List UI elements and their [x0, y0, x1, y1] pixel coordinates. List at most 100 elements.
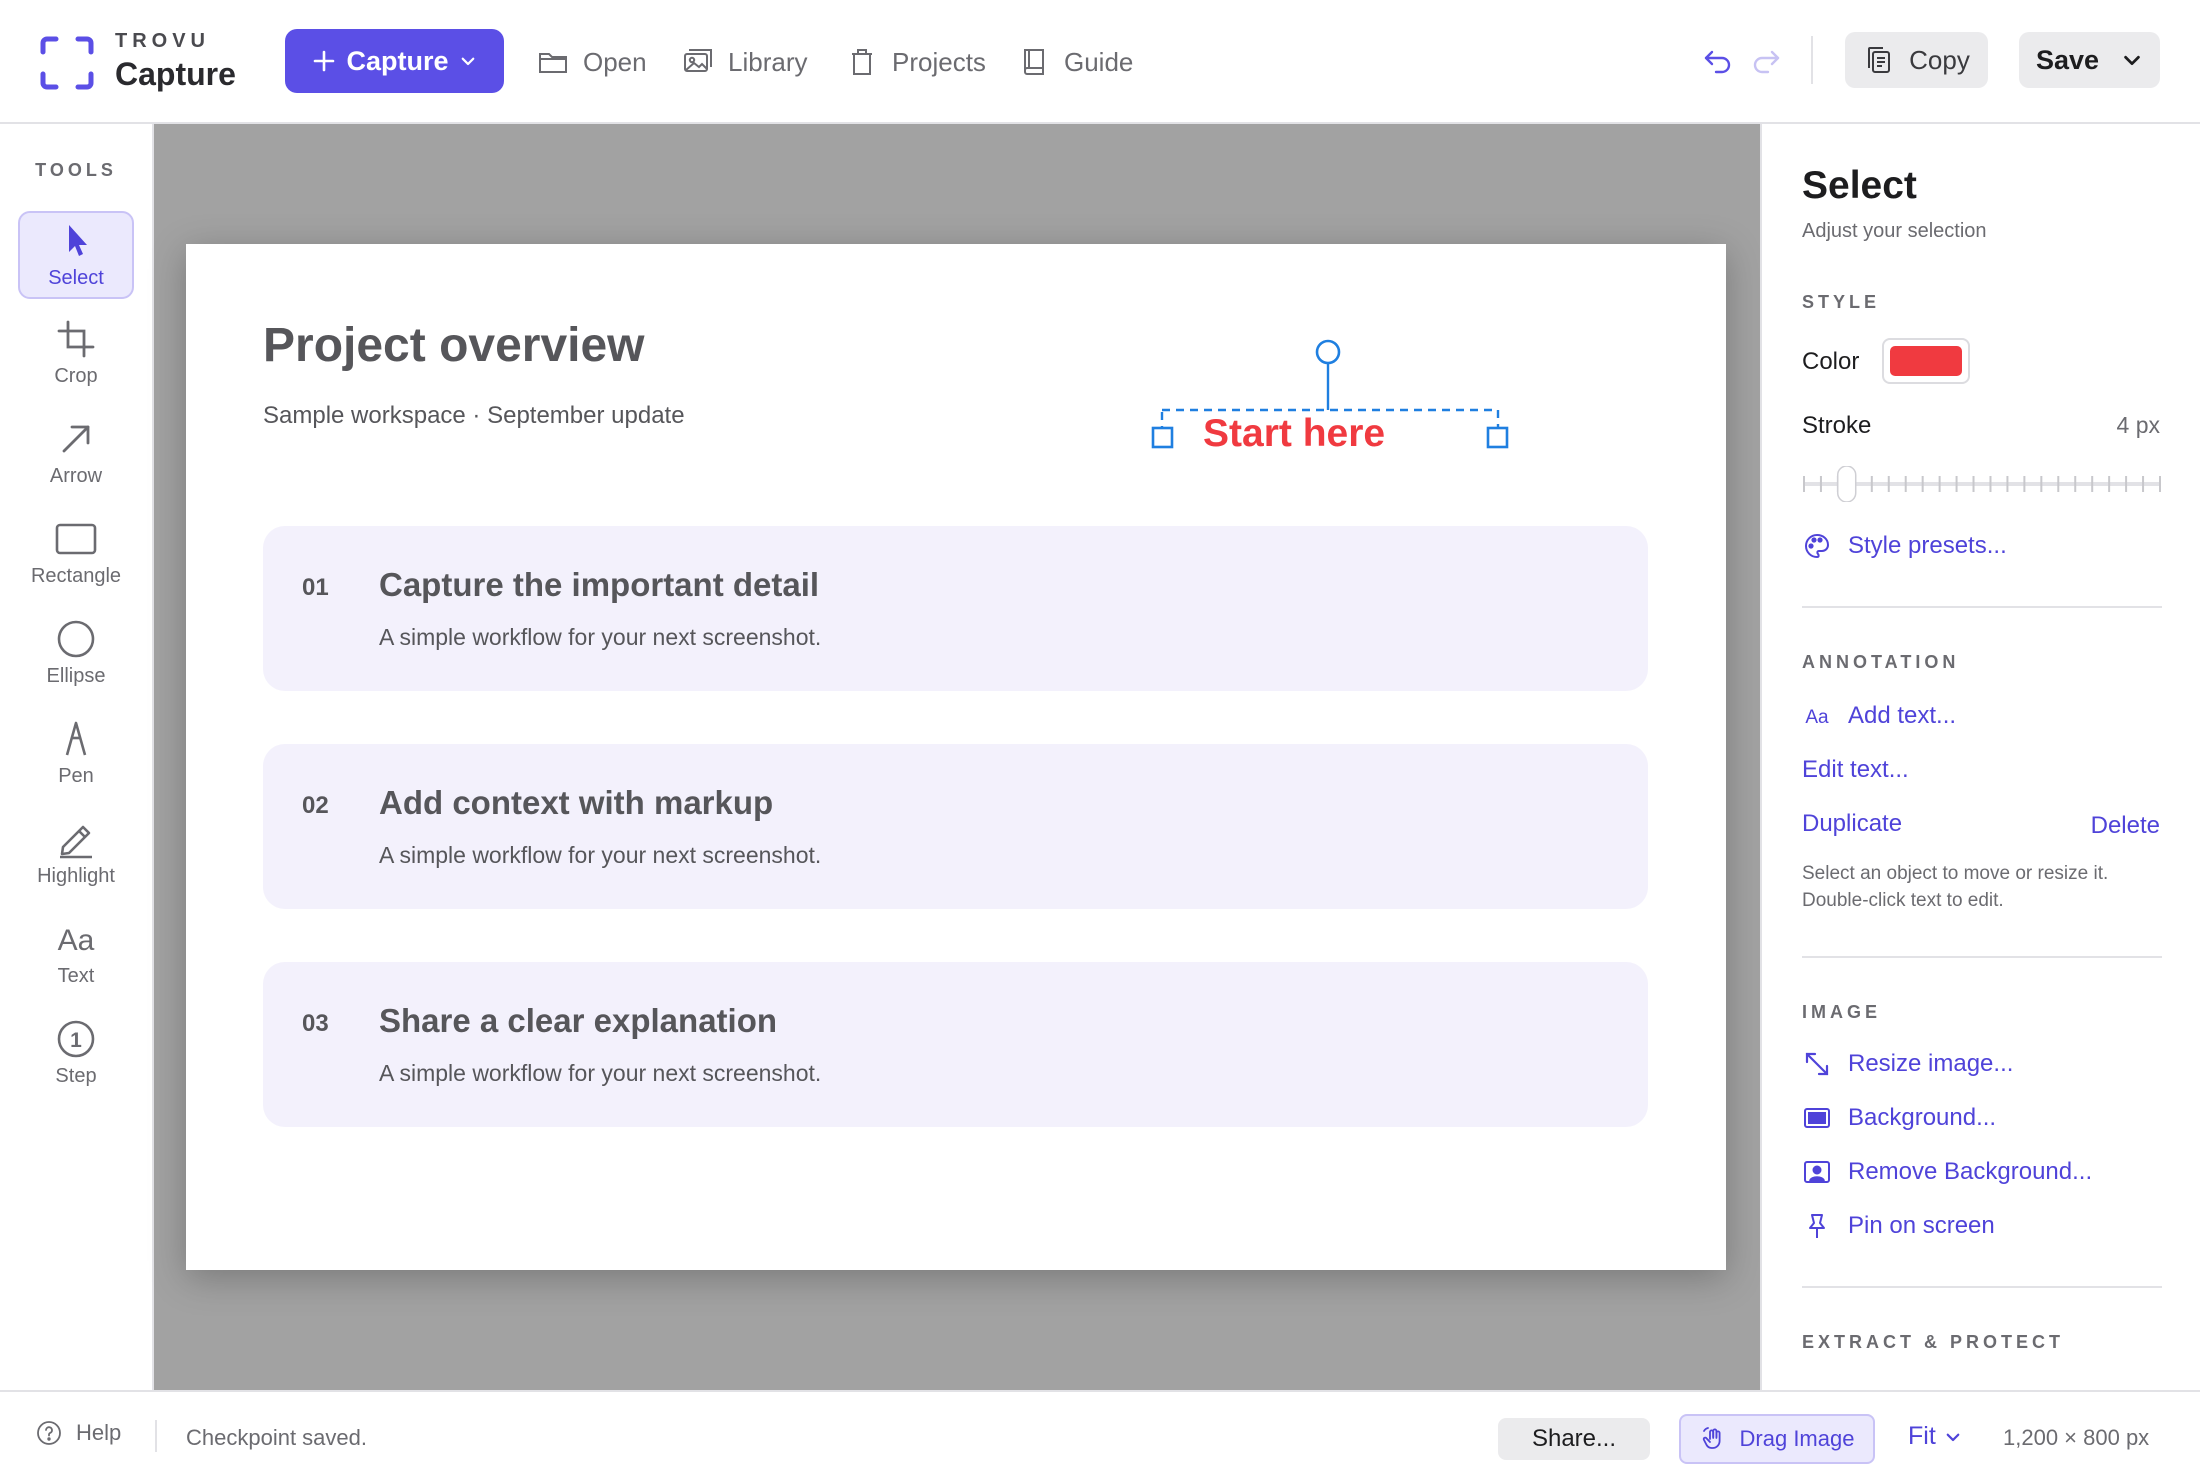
share-button[interactable]: Share... [1498, 1418, 1650, 1460]
nav-library-label: Library [728, 46, 808, 77]
selected-text-annotation[interactable]: Start here [1146, 294, 1509, 455]
style-presets-label: Style presets... [1848, 532, 2007, 559]
tool-pen[interactable]: Pen [18, 711, 134, 799]
inspector-panel: Select Adjust your selection STYLE Color… [1760, 124, 2200, 1390]
images-icon [684, 49, 712, 72]
remove-background-link[interactable]: Remove Background... [1802, 1154, 2092, 1190]
status-divider [155, 1420, 157, 1452]
pin-on-screen-label: Pin on screen [1848, 1212, 1995, 1239]
tool-crop[interactable]: Crop [18, 311, 134, 399]
stroke-label: Stroke [1802, 412, 1872, 439]
annotation-text[interactable]: Start here [1146, 412, 1506, 456]
step-number: 03 [302, 1010, 329, 1037]
canvas-area[interactable]: Project overview Sample workspace · Sept… [154, 124, 1760, 1390]
question-circle-icon [37, 1421, 61, 1445]
rotate-handle [1315, 339, 1341, 365]
copy-button[interactable]: Copy [1845, 32, 1988, 88]
step-title: Capture the important detail [379, 566, 820, 603]
hand-drag-icon [1702, 1427, 1721, 1449]
help-label: Help [76, 1420, 122, 1445]
panel-subtitle: Adjust your selection [1802, 220, 1987, 242]
tool-ellipse[interactable]: Ellipse [18, 611, 134, 699]
image-dimensions: 1,200 × 800 px [2003, 1425, 2150, 1450]
step-number: 01 [302, 574, 329, 601]
tool-highlight[interactable]: Highlight [18, 811, 134, 899]
tool-pen-label: Pen [58, 765, 94, 787]
style-presets-link[interactable]: Style presets... [1802, 528, 2007, 564]
color-swatch[interactable] [1882, 338, 1970, 384]
help-button[interactable]: Help [36, 1420, 121, 1446]
extract-section-heading: EXTRACT & PROTECT [1802, 1332, 2065, 1352]
nav-open[interactable]: Open [537, 40, 647, 84]
tools-heading: TOOLS [35, 160, 117, 180]
step-number: 02 [302, 792, 329, 819]
pin-on-screen-link[interactable]: Pin on screen [1802, 1208, 1995, 1244]
tool-rectangle[interactable]: Rectangle [18, 511, 134, 599]
document-image[interactable]: Project overview Sample workspace · Sept… [186, 244, 1726, 1270]
resize-image-link[interactable]: Resize image... [1802, 1046, 2013, 1082]
background-label: Background... [1848, 1104, 1997, 1131]
svg-text:Aa: Aa [58, 924, 95, 957]
status-bar: Help Checkpoint saved. Share... Drag Ima… [0, 1390, 2200, 1480]
step-description: A simple workflow for your next screensh… [379, 1060, 822, 1086]
background-link[interactable]: Background... [1802, 1100, 1996, 1136]
top-toolbar: TROVU Capture Capture Open Library Proje… [0, 0, 2200, 124]
tool-step[interactable]: 1 Step [18, 1011, 134, 1099]
highlighter-icon [60, 825, 92, 859]
nav-projects[interactable]: Projects [846, 40, 986, 84]
capture-button-label: Capture [346, 45, 449, 76]
document-subtitle: Sample workspace · September update [263, 402, 685, 429]
selection-handles [1151, 339, 1509, 449]
tool-text[interactable]: Aa Text [18, 911, 134, 999]
duplicate-link[interactable]: Duplicate [1802, 806, 1902, 842]
step-title: Add context with markup [379, 784, 774, 821]
panel-divider [1802, 1286, 2162, 1288]
redo-icon[interactable] [1748, 42, 1784, 78]
remove-background-label: Remove Background... [1848, 1158, 2093, 1185]
tool-step-label: Step [55, 1065, 97, 1087]
step-number-icon: 1 [57, 1020, 95, 1058]
edit-text-link[interactable]: Edit text... [1802, 752, 1909, 788]
panel-divider [1802, 606, 2162, 608]
step-description: A simple workflow for your next screensh… [379, 624, 822, 650]
add-text-label: Add text... [1848, 702, 1957, 729]
panel-title: Select [1802, 164, 1917, 207]
nav-guide[interactable]: Guide [1018, 40, 1133, 84]
app-window: TROVU Capture Capture Open Library Proje… [0, 0, 2200, 1480]
person-portrait-icon [1804, 1161, 1830, 1183]
zoom-select[interactable]: Fit [1908, 1422, 1962, 1451]
drag-image-button[interactable]: Drag Image [1679, 1414, 1875, 1464]
nav-library[interactable]: Library [682, 40, 807, 84]
panel-divider [1802, 956, 2162, 958]
capture-logo-icon [40, 36, 94, 90]
tool-arrow[interactable]: Arrow [18, 411, 134, 499]
image-section-heading: IMAGE [1802, 1002, 1882, 1022]
tool-select-label: Select [48, 267, 104, 289]
undo-icon[interactable] [1700, 42, 1736, 78]
svg-text:Aa: Aa [1805, 707, 1829, 728]
delete-link[interactable]: Delete [2091, 812, 2160, 840]
tool-select[interactable]: Select [18, 211, 134, 299]
tool-rectangle-label: Rectangle [30, 565, 122, 587]
save-button[interactable]: Save [2019, 32, 2160, 88]
step-card: 01 Capture the important detail A simple… [263, 526, 1648, 691]
text-icon: Aa [58, 924, 95, 957]
pin-icon [1809, 1214, 1825, 1238]
help-line: Double-click text to edit. [1802, 890, 2004, 911]
add-text-link[interactable]: Aa Add text... [1802, 698, 1956, 734]
crop-icon [57, 320, 95, 358]
status-message: Checkpoint saved. [186, 1425, 367, 1450]
annotation-section-heading: ANNOTATION [1802, 652, 1960, 672]
capture-button[interactable]: Capture [285, 29, 504, 93]
folder-icon [539, 53, 567, 73]
drag-image-label: Drag Image [1739, 1426, 1855, 1451]
resize-image-label: Resize image... [1848, 1050, 2014, 1077]
tool-ellipse-label: Ellipse [46, 665, 106, 687]
svg-text:1: 1 [70, 1029, 82, 1052]
text-icon: Aa [1805, 707, 1829, 728]
chevron-down-icon[interactable] [2121, 49, 2143, 71]
step-card: 02 Add context with markup A simple work… [263, 744, 1648, 909]
color-label: Color [1802, 348, 1860, 375]
stroke-slider[interactable] [1802, 466, 2162, 502]
background-icon [1804, 1108, 1830, 1128]
